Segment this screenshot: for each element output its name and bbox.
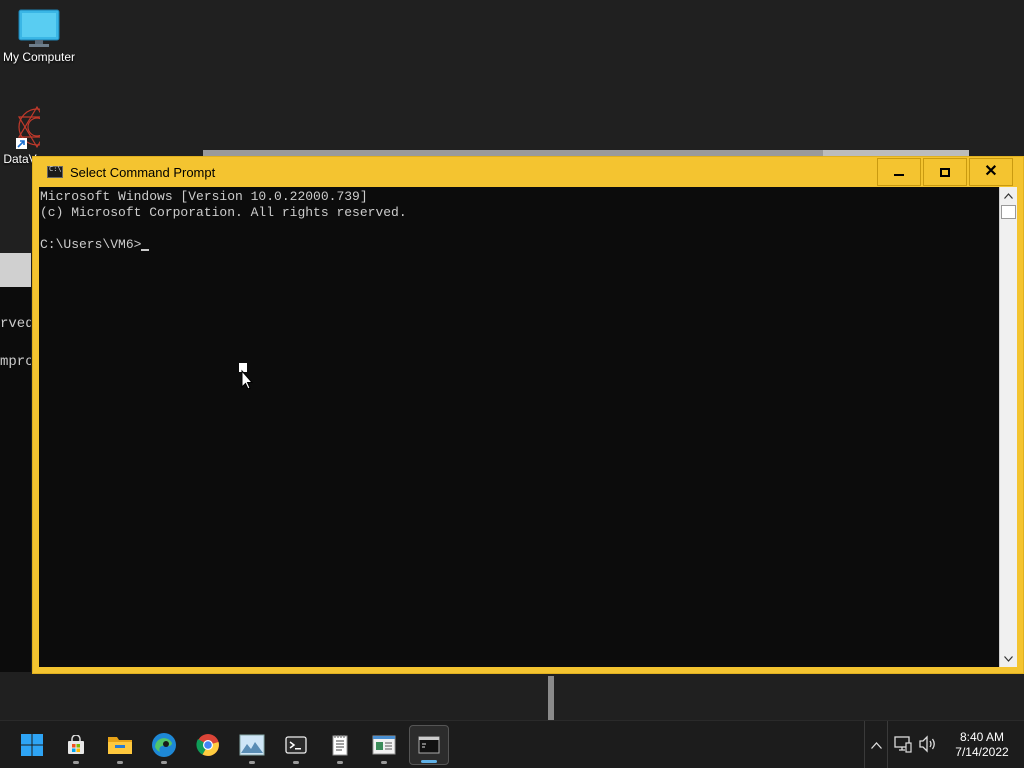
document-icon: [372, 735, 396, 755]
taskbar-clock[interactable]: 8:40 AM 7/14/2022: [944, 730, 1020, 760]
store-bag-icon: [68, 735, 84, 754]
taskbar-chrome-button[interactable]: [188, 725, 228, 765]
console-area[interactable]: Microsoft Windows [Version 10.0.22000.73…: [39, 187, 999, 667]
running-indicator: [381, 761, 387, 764]
vertical-scrollbar[interactable]: [999, 187, 1017, 667]
active-indicator: [421, 760, 437, 763]
mouse-pointer-icon: [239, 363, 253, 389]
scroll-thumb[interactable]: [1001, 205, 1016, 219]
taskbar-command-prompt-button[interactable]: [409, 725, 449, 765]
console-line: (c) Microsoft Corporation. All rights re…: [40, 205, 407, 220]
show-hidden-icons-button[interactable]: [864, 721, 888, 768]
running-indicator: [249, 761, 255, 764]
clock-time: 8:40 AM: [959, 730, 1005, 744]
background-window-titlebar[interactable]: [0, 253, 31, 287]
text-cursor: [141, 249, 150, 251]
minimize-icon: [894, 174, 904, 176]
desktop-icon-label: My Computer: [2, 50, 76, 64]
taskbar-photos-button[interactable]: [232, 725, 272, 765]
chevron-down-icon: [1004, 655, 1013, 662]
running-indicator: [73, 761, 79, 764]
taskbar-wordpad-button[interactable]: [364, 725, 404, 765]
taskbar-file-explorer-button[interactable]: [100, 725, 140, 765]
volume-tray-button[interactable]: [918, 735, 938, 758]
running-indicator: [161, 761, 167, 764]
monitor-icon: [18, 9, 60, 47]
minimize-button[interactable]: [877, 158, 921, 186]
console-prompt-line[interactable]: C:\Users\VM6>: [40, 237, 998, 253]
terminal-icon: [285, 736, 307, 754]
close-button[interactable]: ✕: [969, 158, 1013, 186]
edge-icon: [152, 733, 176, 757]
chevron-up-icon: [870, 741, 882, 749]
clock-date: 7/14/2022: [955, 745, 1009, 759]
desktop-icon-my-computer[interactable]: My Computer: [1, 8, 77, 64]
image-icon: [239, 734, 265, 756]
windows-start-icon: [21, 734, 43, 756]
scroll-up-button[interactable]: [1000, 187, 1017, 204]
console-output[interactable]: Microsoft Windows [Version 10.0.22000.73…: [40, 188, 998, 666]
running-indicator: [117, 761, 123, 764]
taskbar-terminal-button[interactable]: [276, 725, 316, 765]
background-window-body[interactable]: [0, 287, 31, 672]
window-title: Select Command Prompt: [70, 164, 216, 180]
notepad-icon: [332, 735, 348, 756]
background-window-edge: [548, 676, 554, 720]
background-console-text: mpro: [0, 354, 31, 370]
taskbar-notepad-button[interactable]: [320, 725, 360, 765]
running-indicator: [337, 761, 343, 764]
chevron-up-icon: [1004, 192, 1013, 199]
maximize-button[interactable]: [923, 158, 967, 186]
scroll-down-button[interactable]: [1000, 650, 1017, 667]
volume-icon: [919, 735, 935, 753]
maximize-icon: [940, 167, 950, 177]
taskbar-store-button[interactable]: [56, 725, 96, 765]
cmd-icon: [47, 165, 63, 178]
folder-icon: [108, 737, 132, 754]
running-indicator: [293, 761, 299, 764]
start-button[interactable]: [12, 725, 52, 765]
network-tray-button[interactable]: [894, 735, 912, 758]
network-icon: [894, 736, 912, 753]
datav-app-icon: [16, 105, 40, 149]
close-icon: ✕: [984, 163, 998, 180]
console-line: Microsoft Windows [Version 10.0.22000.73…: [40, 189, 368, 204]
chrome-icon: [196, 734, 219, 756]
taskbar: 8:40 AM 7/14/2022: [0, 720, 1024, 768]
console-prompt: C:\Users\VM6>: [40, 237, 142, 252]
command-prompt-window[interactable]: Select Command Prompt ✕ Microsoft Window…: [32, 156, 1024, 674]
background-console-text: rved: [0, 316, 31, 332]
taskbar-edge-button[interactable]: [144, 725, 184, 765]
window-titlebar[interactable]: Select Command Prompt ✕: [33, 157, 1023, 187]
cmd-icon: [418, 736, 440, 754]
